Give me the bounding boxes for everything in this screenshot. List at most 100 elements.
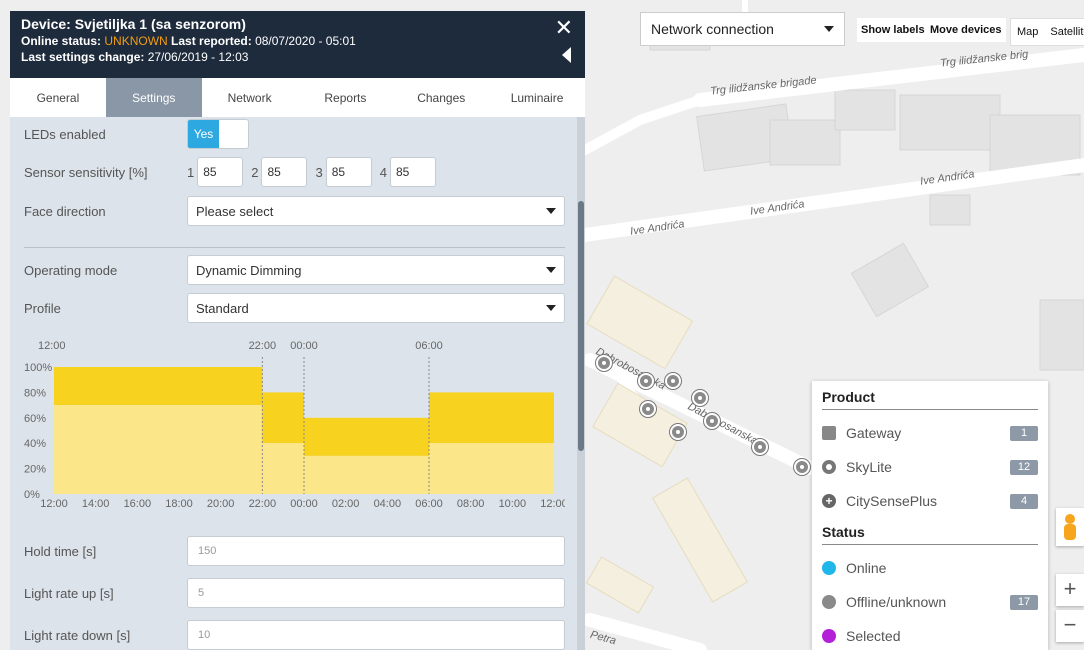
sensor-label: Sensor sensitivity [%] xyxy=(24,164,148,180)
face-direction-select[interactable]: Please select xyxy=(187,196,565,226)
device-marker[interactable] xyxy=(704,413,720,429)
gateway-icon xyxy=(822,426,836,440)
legend-label: SkyLite xyxy=(846,459,892,475)
panel-scrollbar[interactable] xyxy=(577,117,585,650)
settings-change-line: Last settings change: 27/06/2019 - 12:03 xyxy=(21,50,574,64)
sensor-3-input[interactable]: 85 xyxy=(325,157,372,187)
operating-mode-select[interactable]: Dynamic Dimming xyxy=(187,255,565,285)
legend-item-citysenseplus[interactable]: + CitySensePlus 4 xyxy=(822,484,1038,518)
device-marker[interactable] xyxy=(670,424,686,440)
status-line: Online status: UNKNOWN Last reported: 08… xyxy=(21,34,574,48)
sensor-2-input[interactable]: 85 xyxy=(261,157,308,187)
chevron-down-icon xyxy=(546,267,556,273)
tab-luminaire[interactable]: Luminaire xyxy=(489,78,585,117)
hold-row: Hold time [s] 150 xyxy=(24,536,565,566)
y-tick-label: 20% xyxy=(24,464,46,476)
sensor-num: 3 xyxy=(315,164,323,180)
face-label: Face direction xyxy=(24,203,106,219)
tab-reports[interactable]: Reports xyxy=(297,78,393,117)
legend-item-offline[interactable]: Offline/unknown 17 xyxy=(822,585,1038,619)
offline-dot-icon xyxy=(822,595,836,609)
device-header: Device: Svjetiljka 1 (sa senzorom) Onlin… xyxy=(10,11,585,78)
legend-item-selected[interactable]: Selected xyxy=(822,619,1038,650)
legend-count: 4 xyxy=(1010,493,1038,509)
device-marker[interactable] xyxy=(794,459,810,475)
y-tick-label: 100% xyxy=(24,362,52,374)
dimming-profile-chart: 0% 20% 40% 60% 80% 100% 12:00 14:00 16:00 18:00 20… xyxy=(24,340,565,510)
last-settings-label: Last settings change: xyxy=(21,50,145,64)
scrollbar-thumb[interactable] xyxy=(578,201,584,451)
legend-count: 17 xyxy=(1010,594,1038,610)
map-type-map-button[interactable]: Map xyxy=(1011,26,1044,38)
light-rate-down-input[interactable]: 10 xyxy=(187,620,565,650)
zoom-in-button[interactable]: + xyxy=(1056,574,1084,606)
tab-network[interactable]: Network xyxy=(202,78,298,117)
device-marker[interactable] xyxy=(638,373,654,389)
face-direction-value: Please select xyxy=(196,203,274,219)
legend-item-gateway[interactable]: Gateway 1 xyxy=(822,416,1038,450)
tab-changes[interactable]: Changes xyxy=(393,78,489,117)
collapse-panel-icon[interactable] xyxy=(562,47,571,63)
device-marker[interactable] xyxy=(640,401,656,417)
profile-select[interactable]: Standard xyxy=(187,293,565,323)
legend-product-title: Product xyxy=(822,387,1038,410)
x-tick-label: 12:00 xyxy=(540,498,565,510)
operating-mode-value: Dynamic Dimming xyxy=(196,262,302,278)
device-title: Device: Svjetiljka 1 (sa senzorom) xyxy=(21,16,246,32)
x-tick-label: 18:00 xyxy=(165,498,193,510)
hold-label: Hold time [s] xyxy=(24,543,97,559)
citysense-icon: + xyxy=(822,494,836,508)
settings-form: LEDs enabled Yes Sensor sensitivity [%] … xyxy=(10,117,585,650)
tab-settings[interactable]: Settings xyxy=(105,78,202,117)
top-time-label: 22:00 xyxy=(249,340,277,352)
legend-item-online[interactable]: Online xyxy=(822,551,1038,585)
legend-label: CitySensePlus xyxy=(846,493,938,509)
device-marker[interactable] xyxy=(752,439,768,455)
profile-high-band xyxy=(54,367,263,406)
sensor-2: 2 85 xyxy=(251,157,308,187)
y-tick-label: 0% xyxy=(24,489,40,501)
chevron-down-icon xyxy=(546,305,556,311)
last-reported-label: Last reported: xyxy=(171,34,252,48)
device-marker[interactable] xyxy=(692,390,708,406)
profile-low-band xyxy=(54,405,263,494)
move-devices-button[interactable]: Move devices xyxy=(926,18,1006,42)
opmode-row: Operating mode Dynamic Dimming xyxy=(24,255,565,285)
sensor-4-input[interactable]: 85 xyxy=(389,157,436,187)
sensor-row: Sensor sensitivity [%] 1 85 2 85 3 85 4 85 xyxy=(24,157,565,187)
map-type-satellite-button[interactable]: Satellite xyxy=(1044,26,1084,38)
sensor-1-input[interactable]: 85 xyxy=(197,157,244,187)
close-icon[interactable]: ✕ xyxy=(555,15,573,41)
face-row: Face direction Please select xyxy=(24,196,565,226)
light-rate-up-input[interactable]: 5 xyxy=(187,578,565,608)
skylite-icon xyxy=(822,460,836,474)
device-marker[interactable] xyxy=(596,355,612,371)
street-view-pegman-icon[interactable] xyxy=(1056,508,1084,546)
x-tick-label: 00:00 xyxy=(290,498,318,510)
leds-label: LEDs enabled xyxy=(24,126,106,142)
hold-time-input[interactable]: 150 xyxy=(187,536,565,566)
legend-count: 12 xyxy=(1010,459,1038,475)
leds-toggle[interactable]: Yes xyxy=(187,119,249,149)
map-legend: Product Gateway 1 SkyLite 12 + CitySense… xyxy=(812,381,1048,650)
profile-low-band xyxy=(262,443,304,494)
online-status-label: Online status: xyxy=(21,34,102,48)
rate-down-row: Light rate down [s] 10 xyxy=(24,620,565,650)
network-connection-select[interactable]: Network connection xyxy=(640,12,845,46)
sensor-num: 4 xyxy=(379,164,387,180)
legend-label: Online xyxy=(846,560,887,576)
device-marker[interactable] xyxy=(665,373,681,389)
legend-status-title: Status xyxy=(822,522,1038,545)
profile-high-band xyxy=(262,392,304,444)
x-tick-label: 22:00 xyxy=(249,498,277,510)
top-time-label: 00:00 xyxy=(290,340,318,352)
legend-label: Selected xyxy=(846,628,901,644)
tab-general[interactable]: General xyxy=(10,78,106,117)
zoom-out-button[interactable]: − xyxy=(1056,610,1084,642)
profile-label: Profile xyxy=(24,300,61,316)
y-tick-label: 80% xyxy=(24,387,46,399)
legend-item-skylite[interactable]: SkyLite 12 xyxy=(822,450,1038,484)
x-tick-label: 08:00 xyxy=(457,498,485,510)
rate-up-label: Light rate up [s] xyxy=(24,585,114,601)
show-labels-button[interactable]: Show labels xyxy=(857,18,929,42)
